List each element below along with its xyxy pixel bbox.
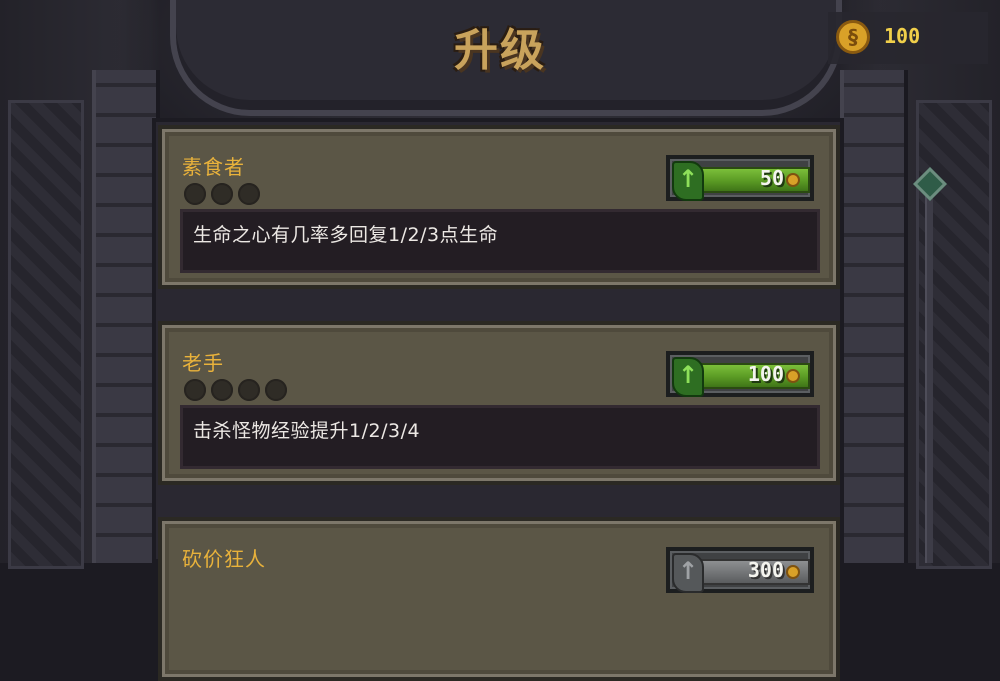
- upgrade-card: 砍价狂人 ↑ 300: [158, 517, 840, 681]
- upgrade-name: 素食者: [182, 155, 245, 179]
- buy-upgrade-button[interactable]: ↑ 100: [666, 351, 814, 397]
- level-dots: [184, 379, 287, 401]
- level-dots: [184, 183, 260, 205]
- coin-counter: § 100: [828, 12, 988, 64]
- scroll-rail[interactable]: [925, 196, 933, 563]
- coin-value: 100: [884, 24, 921, 48]
- description-box: 击杀怪物经验提升1/2/3/4: [180, 405, 820, 469]
- level-dot: [238, 183, 260, 205]
- coin-icon: [786, 369, 800, 383]
- level-dot: [184, 183, 206, 205]
- buy-upgrade-button[interactable]: ↑ 50: [666, 155, 814, 201]
- page-title: 升级: [454, 25, 546, 76]
- left-pillar: [92, 70, 160, 563]
- coin-icon: §: [836, 20, 870, 54]
- level-dot: [265, 379, 287, 401]
- upgrade-card: 老手 ↑ 100 击杀怪物经验提升1/2/3/4: [158, 321, 840, 485]
- coin-icon: [786, 173, 800, 187]
- upgrade-description: 生命之心有几率多回复1/2/3点生命: [193, 224, 499, 246]
- upgrade-arrow-icon: ↑: [672, 357, 704, 397]
- upgrade-name: 老手: [182, 351, 224, 375]
- upgrade-name: 砍价狂人: [182, 547, 266, 571]
- upgrade-arrow-icon: ↑: [672, 161, 704, 201]
- level-dot: [211, 379, 233, 401]
- level-dot: [211, 183, 233, 205]
- upgrade-description: 击杀怪物经验提升1/2/3/4: [193, 420, 421, 442]
- buy-upgrade-button[interactable]: ↑ 300: [666, 547, 814, 593]
- left-wall-panel: [8, 100, 84, 569]
- upgrade-price: 100: [747, 362, 784, 386]
- upgrade-price: 50: [759, 166, 784, 190]
- upgrade-price: 300: [747, 558, 784, 582]
- upgrade-card: 素食者 ↑ 50 生命之心有几率多回复1/2/3点生命: [158, 125, 840, 289]
- level-dot: [184, 379, 206, 401]
- level-dot: [238, 379, 260, 401]
- upgrade-arrow-icon: ↑: [672, 553, 704, 593]
- right-pillar: [840, 70, 908, 563]
- coin-icon: [786, 565, 800, 579]
- description-box: 生命之心有几率多回复1/2/3点生命: [180, 209, 820, 273]
